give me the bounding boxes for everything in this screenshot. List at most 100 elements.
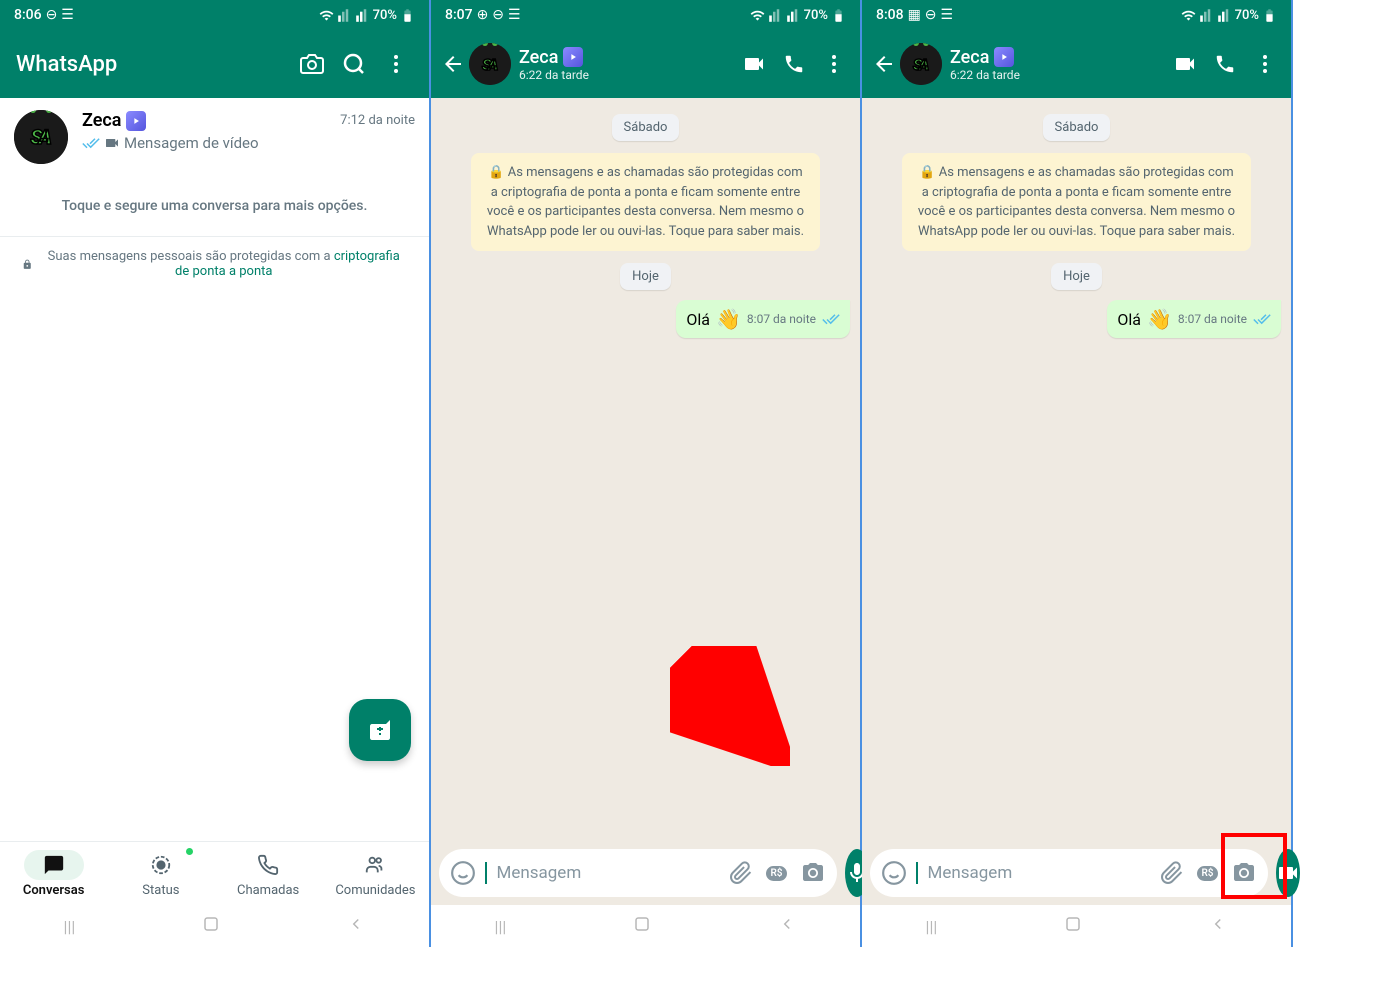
tab-comunidades[interactable]: Comunidades <box>322 842 429 905</box>
signal-icon <box>768 8 783 23</box>
attach-button[interactable] <box>1158 859 1186 887</box>
more-button[interactable] <box>375 43 417 85</box>
date-chip: Sábado <box>612 114 680 141</box>
search-button[interactable] <box>333 43 375 85</box>
back-button[interactable] <box>778 915 796 937</box>
android-nav: ||| <box>862 905 1291 947</box>
emoji-button[interactable] <box>880 859 908 887</box>
camera-button[interactable] <box>1230 859 1258 887</box>
contact-name: Zeca <box>950 47 989 68</box>
screen-chats-list: 8:06 ⊖ ☰ 70% WhatsApp SA <box>0 0 431 947</box>
date-chip: Sábado <box>1043 114 1111 141</box>
android-nav: ||| <box>0 905 429 947</box>
contact-info[interactable]: Zeca 6:22 da tarde <box>519 47 734 82</box>
signal-icon <box>337 8 352 23</box>
contact-name: Zeca <box>519 47 558 68</box>
emoji-button[interactable] <box>449 859 477 887</box>
status-icon <box>150 854 172 876</box>
signal-icon <box>1199 8 1214 23</box>
back-button[interactable] <box>868 52 900 76</box>
recents-button[interactable]: ||| <box>64 917 76 936</box>
chat-list-item[interactable]: SA Zeca 7:12 da noite Mensagem de vídeo <box>0 98 429 176</box>
chat-preview: Mensagem de vídeo <box>124 134 259 152</box>
chat-list: SA Zeca 7:12 da noite Mensagem de vídeo … <box>0 98 429 841</box>
battery-icon <box>831 8 846 23</box>
chat-header: SA Zeca 6:22 da tarde <box>862 30 1291 98</box>
date-chip: Hoje <box>1051 263 1102 290</box>
battery-text: 70% <box>1235 8 1259 23</box>
play-icon <box>563 47 583 67</box>
back-button[interactable] <box>347 915 365 937</box>
more-button[interactable] <box>814 44 854 84</box>
wifi-icon <box>319 8 334 23</box>
read-checks-icon <box>822 310 840 328</box>
read-checks-icon <box>82 134 100 152</box>
more-button[interactable] <box>1245 44 1285 84</box>
app-title: WhatsApp <box>12 52 291 77</box>
payment-button[interactable]: R$ <box>763 859 791 887</box>
voice-call-button[interactable] <box>1205 44 1245 84</box>
signal-icon <box>355 8 370 23</box>
home-button[interactable] <box>1064 915 1082 937</box>
wave-emoji: 👋 <box>716 307 741 331</box>
wave-emoji: 👋 <box>1147 307 1172 331</box>
new-chat-fab[interactable] <box>349 699 411 761</box>
chat-header: SA Zeca 6:22 da tarde <box>431 30 860 98</box>
tab-conversas[interactable]: Conversas <box>0 842 107 905</box>
tab-chamadas[interactable]: Chamadas <box>215 842 322 905</box>
encryption-banner[interactable]: 🔒 As mensagens e as chamadas são protegi… <box>902 153 1251 251</box>
bottom-nav: Conversas Status Chamadas Comunidades <box>0 841 429 905</box>
status-bar: 8:08 ▦ ⊖ ☰ 70% <box>862 0 1291 30</box>
message-input[interactable] <box>928 863 1150 883</box>
payment-button[interactable]: R$ <box>1194 859 1222 887</box>
signal-icon <box>786 8 801 23</box>
home-button[interactable] <box>633 915 651 937</box>
message-time: 8:07 da noite <box>1178 312 1247 326</box>
battery-text: 70% <box>804 8 828 23</box>
video-call-button[interactable] <box>734 44 774 84</box>
status-bar: 8:06 ⊖ ☰ 70% <box>0 0 429 30</box>
video-call-button[interactable] <box>1165 44 1205 84</box>
tab-status[interactable]: Status <box>107 842 214 905</box>
status-icon: ☰ <box>941 7 954 23</box>
last-seen: 6:22 da tarde <box>519 68 734 82</box>
signal-icon <box>1217 8 1232 23</box>
avatar[interactable]: SA <box>14 110 68 164</box>
encryption-notice[interactable]: Suas mensagens pessoais são protegidas c… <box>0 236 429 291</box>
message-input-container: R$ <box>439 849 837 897</box>
play-icon <box>994 47 1014 67</box>
avatar[interactable]: SA <box>900 43 942 85</box>
contact-info[interactable]: Zeca 6:22 da tarde <box>950 47 1165 82</box>
status-icon: ▦ <box>908 7 921 23</box>
video-icon <box>104 135 120 151</box>
back-button[interactable] <box>437 52 469 76</box>
recents-button[interactable]: ||| <box>926 917 938 936</box>
text-cursor <box>916 862 918 884</box>
message-time: 8:07 da noite <box>747 312 816 326</box>
status-icon: ⊕ <box>477 7 489 23</box>
read-checks-icon <box>1253 310 1271 328</box>
status-bar: 8:07 ⊕ ⊖ ☰ 70% <box>431 0 860 30</box>
back-button[interactable] <box>1209 915 1227 937</box>
message-outgoing[interactable]: Olá 👋 8:07 da noite <box>1107 300 1281 338</box>
avatar[interactable]: SA <box>469 43 511 85</box>
camera-button[interactable] <box>799 859 827 887</box>
chat-area: Sábado 🔒 As mensagens e as chamadas são … <box>431 98 860 841</box>
camera-button[interactable] <box>291 43 333 85</box>
phone-icon <box>257 854 279 876</box>
status-time: 8:08 <box>876 7 904 23</box>
video-message-button[interactable] <box>1276 849 1300 897</box>
message-outgoing[interactable]: Olá 👋 8:07 da noite <box>676 300 850 338</box>
communities-icon <box>364 854 386 876</box>
encryption-banner[interactable]: 🔒 As mensagens e as chamadas são protegi… <box>471 153 820 251</box>
contact-name: Zeca <box>82 110 121 131</box>
android-nav: ||| <box>431 905 860 947</box>
text-cursor <box>485 862 487 884</box>
home-button[interactable] <box>202 915 220 937</box>
status-time: 8:06 <box>14 7 42 23</box>
recents-button[interactable]: ||| <box>495 917 507 936</box>
chat-time: 7:12 da noite <box>340 113 415 128</box>
attach-button[interactable] <box>727 859 755 887</box>
voice-call-button[interactable] <box>774 44 814 84</box>
message-input[interactable] <box>497 863 719 883</box>
